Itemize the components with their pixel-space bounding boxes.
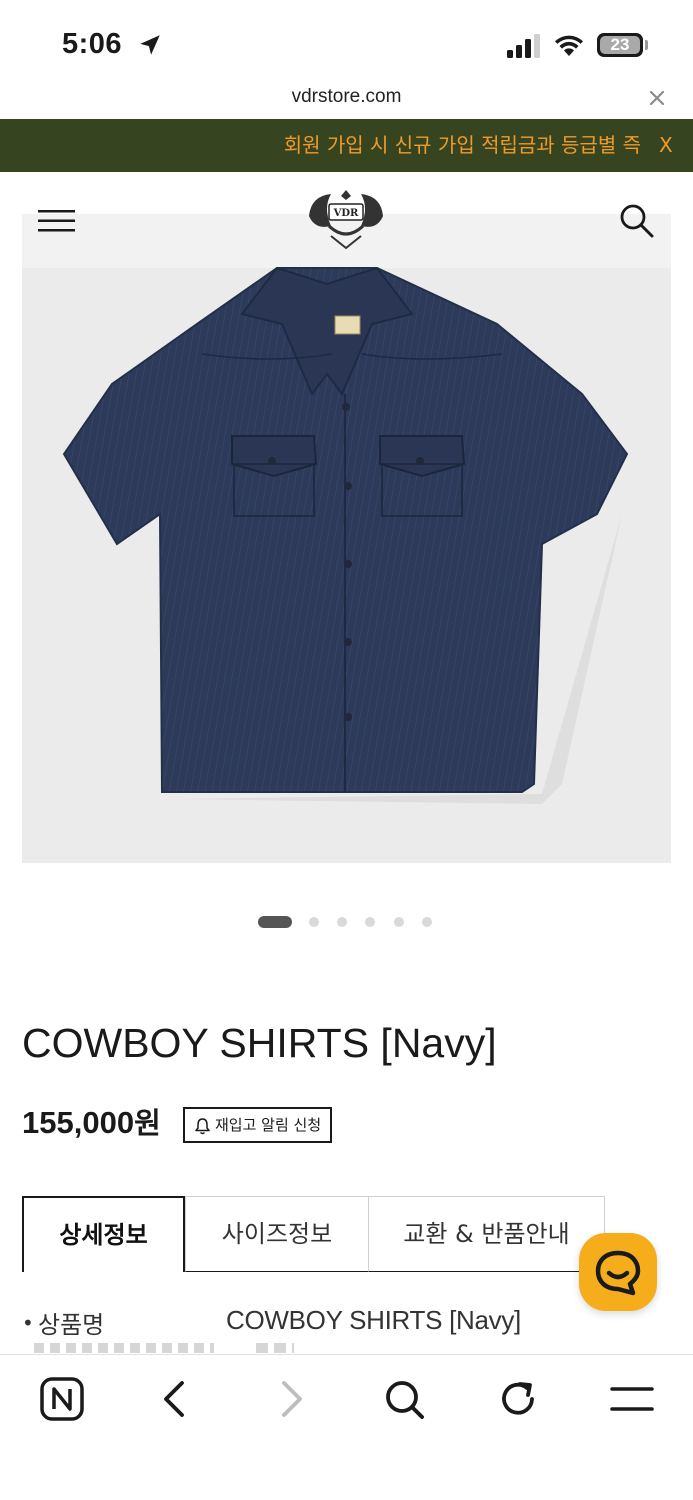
carousel-dot[interactable]: [309, 917, 319, 927]
product-image-shirt: [62, 266, 629, 804]
product-info-tabs: 상세정보 사이즈정보 교환 & 반품안내: [22, 1196, 605, 1272]
chat-bubble-icon: [595, 1250, 641, 1296]
product-title: COWBOY SHIRTS [Navy]: [22, 1020, 497, 1066]
carousel-dot[interactable]: [365, 917, 375, 927]
carousel-dot[interactable]: [337, 917, 347, 927]
chat-button[interactable]: [579, 1233, 657, 1311]
restock-label: 재입고 알림 신청: [215, 1116, 322, 1134]
product-image-carousel[interactable]: [22, 214, 671, 863]
browser-toolbar: [0, 1354, 693, 1500]
promo-close-button[interactable]: X: [659, 119, 673, 172]
menu-icon[interactable]: [608, 1375, 656, 1423]
detail-label: 상품명: [38, 1311, 105, 1339]
detail-value: COWBOY SHIRTS [Navy]: [226, 1305, 521, 1335]
partial-text: [256, 1343, 294, 1353]
vdr-logo[interactable]: VDR: [301, 186, 391, 254]
price-value: 155,000: [22, 1105, 135, 1140]
tab-exchange-return[interactable]: 교환 & 반품안내: [368, 1196, 605, 1272]
forward-arrow-icon[interactable]: [266, 1375, 314, 1423]
promo-banner[interactable]: 회원 가입 시 신규 가입 적립금과 등급별 즉 X: [0, 119, 693, 172]
detail-row-product-name: • 상품명 COWBOY SHIRTS [Navy]: [22, 1303, 622, 1339]
partial-text: [34, 1343, 214, 1353]
bullet-icon: •: [22, 1311, 34, 1335]
hamburger-menu-icon[interactable]: [38, 207, 75, 235]
wifi-icon: [555, 35, 583, 56]
logo-text: VDR: [333, 208, 359, 219]
tab-size-info[interactable]: 사이즈정보: [185, 1196, 369, 1272]
battery-indicator: 23: [597, 33, 643, 57]
tab-detail-info[interactable]: 상세정보: [22, 1196, 185, 1272]
restock-alert-button[interactable]: 재입고 알림 신청: [183, 1107, 332, 1143]
carousel-dot[interactable]: [422, 917, 432, 927]
address-bar-url[interactable]: vdrstore.com: [0, 86, 693, 108]
promo-banner-text: 회원 가입 시 신규 가입 적립금과 등급별 즉: [283, 133, 641, 157]
product-price: 155,000원: [22, 1100, 161, 1142]
status-time: 5:06: [62, 28, 123, 60]
location-arrow-icon: [140, 35, 160, 55]
reload-icon[interactable]: [494, 1375, 542, 1423]
naver-n-icon[interactable]: [38, 1375, 86, 1423]
carousel-dot[interactable]: [394, 917, 404, 927]
status-bar: 5:06 23: [0, 0, 693, 90]
price-currency: 원: [134, 1108, 161, 1140]
back-arrow-icon[interactable]: [152, 1375, 200, 1423]
tab-label: 상세정보: [59, 1221, 148, 1249]
cellular-signal-icon: [507, 34, 540, 58]
search-icon[interactable]: [380, 1375, 428, 1423]
carousel-dot-active[interactable]: [258, 916, 292, 928]
search-icon[interactable]: [617, 201, 655, 239]
tab-label: 사이즈정보: [221, 1220, 333, 1248]
close-icon[interactable]: [647, 88, 667, 108]
bell-icon: [195, 1118, 210, 1135]
carousel-pagination[interactable]: [258, 916, 438, 928]
battery-tip: [645, 40, 648, 50]
battery-percentage: 23: [610, 35, 630, 54]
tab-label: 교환 & 반품안내: [403, 1220, 570, 1248]
